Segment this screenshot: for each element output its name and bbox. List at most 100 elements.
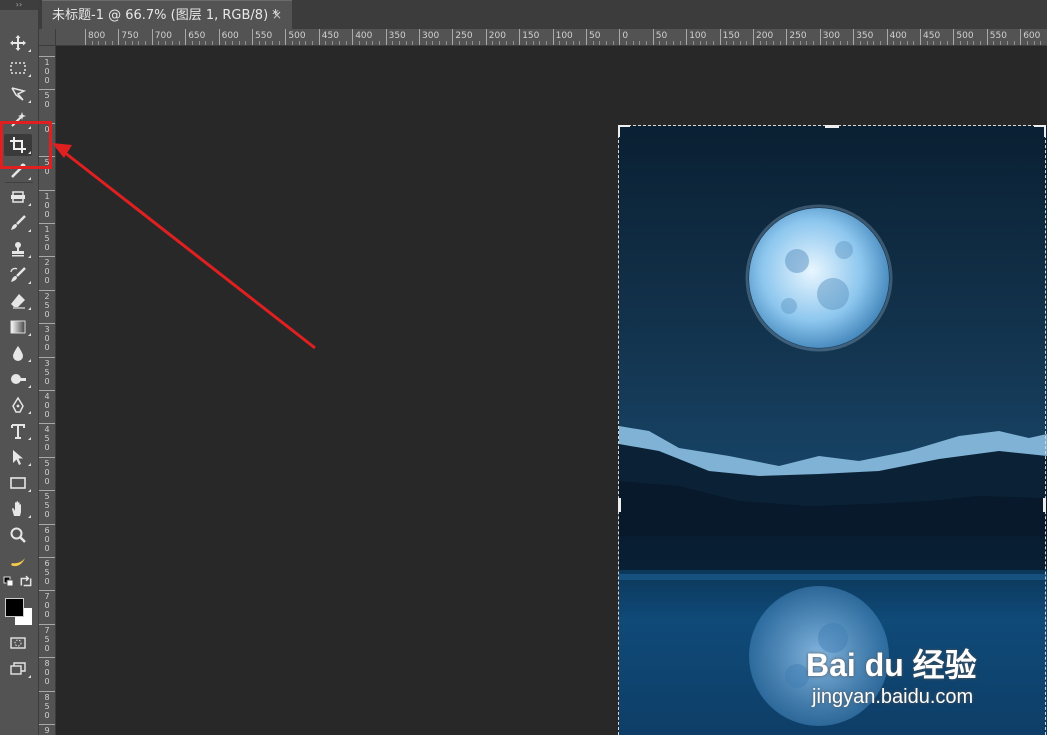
ruler-minor-tick — [245, 41, 247, 45]
ruler-minor-tick — [378, 41, 380, 45]
ruler-minor-tick — [726, 41, 728, 45]
brush-tool-icon[interactable] — [4, 212, 32, 234]
ruler-minor-tick — [833, 41, 835, 45]
swap-colors-icon[interactable] — [19, 574, 33, 590]
document-tab[interactable]: 未标题-1 @ 66.7% (图层 1, RGB/8) * × — [42, 0, 292, 29]
path-selection-tool-icon[interactable] — [4, 446, 32, 468]
ruler-minor-tick — [926, 41, 928, 45]
ruler-minor-tick — [465, 41, 467, 45]
history-brush-tool-icon[interactable] — [4, 264, 32, 286]
horizontal-ruler[interactable]: 800 750 700 650 600 550 500 450 400 350 300 250 200 1… — [56, 29, 1047, 46]
ruler-tick-label: 200 — [488, 31, 506, 41]
ruler-minor-tick — [111, 41, 113, 45]
ruler-minor-tick — [1026, 41, 1028, 45]
ruler-minor-tick — [432, 41, 434, 45]
ruler-tick-label: 250 — [789, 31, 807, 41]
ruler-minor-tick — [993, 41, 995, 45]
rectangle-tool-icon[interactable] — [4, 472, 32, 494]
ruler-tick-label: 300 — [422, 31, 440, 41]
hand-tool-icon[interactable] — [4, 498, 32, 520]
ruler-tick-label: 100 — [44, 191, 50, 219]
ruler-minor-tick — [171, 41, 173, 45]
ruler-tick-label: 450 — [321, 31, 339, 41]
dodge-tool-icon[interactable] — [4, 368, 32, 390]
document-tab-bar: 未标题-1 @ 66.7% (图层 1, RGB/8) * × — [39, 0, 1047, 29]
ruler-minor-tick — [278, 41, 280, 45]
ruler-minor-tick — [345, 41, 347, 45]
ruler-minor-tick — [238, 41, 240, 45]
ruler-tick-label: 450 — [44, 425, 50, 453]
ruler-tick-label: 900 — [44, 726, 50, 735]
ruler-minor-tick — [532, 41, 534, 45]
lasso-tool-icon[interactable] — [4, 83, 32, 105]
ruler-minor-tick — [699, 41, 701, 45]
gradient-tool-icon[interactable] — [4, 316, 32, 338]
ruler-tick-label: 550 — [44, 492, 50, 520]
banana-tool-icon[interactable] — [4, 550, 32, 572]
ruler-tick-label: 800 — [44, 659, 50, 687]
ruler-minor-tick — [158, 41, 160, 45]
ruler-tick-label: 450 — [923, 31, 941, 41]
ruler-minor-tick — [980, 41, 982, 45]
ruler-minor-tick — [138, 41, 140, 45]
ruler-minor-tick — [372, 41, 374, 45]
ruler-major-tick — [39, 356, 55, 358]
ruler-minor-tick — [358, 41, 360, 45]
ruler-minor-tick — [666, 41, 668, 45]
ruler-minor-tick — [105, 41, 107, 45]
panel-collapse-grip[interactable]: ›› — [0, 0, 38, 10]
ruler-minor-tick — [479, 41, 481, 45]
ruler-major-tick — [39, 289, 55, 291]
ruler-tick-label: 250 — [44, 291, 50, 319]
move-tool-icon[interactable] — [4, 32, 32, 54]
ruler-tick-label: 800 — [88, 31, 106, 41]
ruler-minor-tick — [405, 41, 407, 45]
foreground-color-swatch[interactable] — [5, 598, 24, 617]
ruler-minor-tick — [305, 41, 307, 45]
ruler-minor-tick — [940, 41, 942, 45]
ruler-minor-tick — [960, 41, 962, 45]
ruler-minor-tick — [933, 41, 935, 45]
close-tab-icon[interactable]: × — [272, 1, 282, 30]
ruler-minor-tick — [739, 41, 741, 45]
ruler-minor-tick — [606, 41, 608, 45]
ruler-minor-tick — [205, 41, 207, 45]
ruler-minor-tick — [813, 41, 815, 45]
ruler-major-tick — [39, 456, 55, 458]
type-tool-icon[interactable] — [4, 420, 32, 442]
ruler-origin[interactable] — [39, 29, 56, 46]
ruler-tick-label: 100 — [555, 31, 573, 41]
ruler-tick-label: 650 — [188, 31, 206, 41]
ruler-minor-tick — [459, 41, 461, 45]
healing-tool-icon[interactable] — [4, 186, 32, 208]
ruler-tick-label: 400 — [889, 31, 907, 41]
marquee-tool-icon[interactable] — [4, 57, 32, 79]
ruler-tick-label: 150 — [522, 31, 540, 41]
ruler-major-tick — [39, 323, 55, 325]
stamp-tool-icon[interactable] — [4, 238, 32, 260]
default-colors-icon[interactable] — [3, 574, 15, 590]
canvas-area[interactable] — [56, 46, 1047, 735]
quick-mask-icon[interactable] — [4, 632, 32, 654]
ruler-tick-label: 200 — [44, 258, 50, 286]
eraser-tool-icon[interactable] — [4, 290, 32, 312]
zoom-tool-icon[interactable] — [4, 524, 32, 546]
ruler-tick-label: 400 — [44, 392, 50, 419]
ruler-minor-tick — [539, 41, 541, 45]
ruler-major-tick — [39, 56, 55, 57]
ruler-minor-tick — [626, 41, 628, 45]
ruler-minor-tick — [839, 41, 841, 45]
ruler-minor-tick — [365, 41, 367, 45]
ruler-tick-label: 500 — [44, 458, 50, 486]
ruler-minor-tick — [499, 41, 501, 45]
screen-mode-icon[interactable] — [4, 658, 32, 680]
ruler-major-tick — [39, 490, 55, 492]
ruler-tick-label: 50 — [589, 31, 601, 41]
blur-tool-icon[interactable] — [4, 342, 32, 364]
ruler-minor-tick — [646, 41, 648, 45]
ruler-minor-tick — [325, 41, 327, 45]
ruler-major-tick — [39, 523, 55, 525]
ruler-minor-tick — [579, 41, 581, 45]
ruler-tick-label: 50 — [655, 31, 668, 41]
pen-tool-icon[interactable] — [4, 394, 32, 416]
